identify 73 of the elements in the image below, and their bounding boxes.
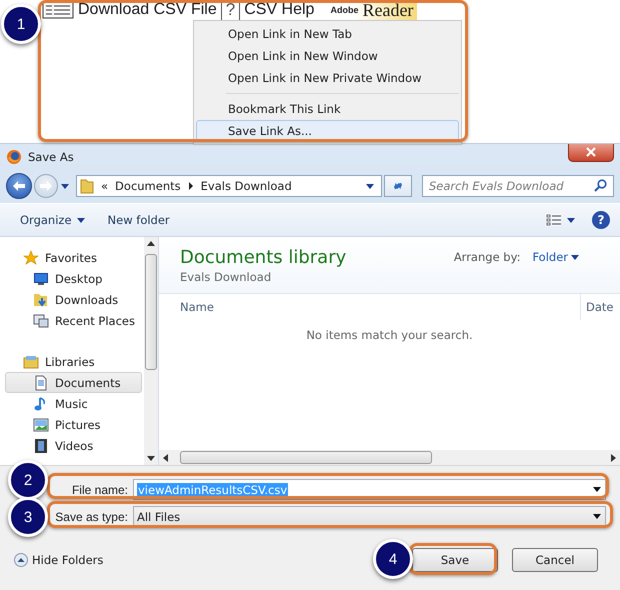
library-subtitle: Evals Download — [180, 270, 272, 284]
collapse-icon — [14, 553, 28, 567]
picture-icon — [33, 416, 49, 432]
menu-item[interactable]: Open Link in New Tab — [196, 23, 459, 45]
caret-icon — [566, 216, 576, 224]
caret-icon — [76, 216, 86, 224]
scroll-up-icon — [147, 241, 155, 246]
monitor-icon — [33, 270, 49, 286]
browser-logo-icon — [6, 148, 22, 164]
sidebar-item[interactable]: Favorites — [0, 247, 142, 268]
sidebar-item[interactable]: Videos — [0, 435, 142, 456]
caret-icon — [570, 252, 580, 262]
back-arrow-icon — [12, 180, 26, 192]
new-folder-button[interactable]: New folder — [102, 210, 176, 230]
menu-item[interactable]: Open Link in New Private Window — [196, 67, 459, 89]
sidebar-item[interactable]: Libraries — [0, 351, 142, 372]
badge-text: Adobe — [330, 5, 358, 15]
organize-menu[interactable]: Organize — [14, 210, 92, 230]
search-icon — [594, 179, 607, 192]
folder-icon — [80, 178, 94, 194]
empty-message: No items match your search. — [305, 327, 474, 344]
horizontal-scrollbar[interactable] — [159, 450, 620, 465]
badge-text: Reader — [362, 0, 414, 20]
sidebar-item[interactable]: Desktop — [0, 268, 142, 289]
sidebar-item[interactable]: Documents — [5, 372, 142, 393]
help-link[interactable]: CSV Help — [244, 1, 314, 19]
hide-folders-button[interactable]: Hide Folders — [14, 553, 104, 567]
library-icon — [23, 354, 39, 370]
sidebar-item[interactable]: Recent Places — [0, 310, 142, 331]
breadcrumb[interactable]: Documents — [115, 179, 181, 193]
chevron-icon — [188, 182, 194, 190]
scroll-thumb[interactable] — [180, 451, 432, 464]
scroll-thumb[interactable] — [145, 254, 157, 370]
search-field[interactable]: Search Evals Download — [422, 175, 614, 197]
dropdown-caret-icon — [592, 486, 602, 492]
column-header[interactable]: Name — [159, 294, 581, 320]
back-button[interactable] — [6, 173, 32, 199]
close-icon — [586, 146, 596, 156]
recent-places-icon — [33, 312, 49, 328]
scroll-down-icon — [147, 456, 155, 461]
vertical-scrollbar[interactable] — [144, 237, 158, 465]
arrange-dropdown[interactable]: Folder — [532, 250, 580, 264]
forward-arrow-icon — [39, 180, 53, 192]
field-label: File name: — [72, 482, 128, 496]
document-icon — [33, 374, 49, 390]
list-view-icon — [546, 214, 562, 226]
download-link[interactable]: Download CSV File — [78, 1, 217, 19]
library-title: Documents library — [180, 246, 348, 268]
menu-item[interactable]: Bookmark This Link — [196, 98, 459, 120]
cancel-button[interactable]: Cancel — [512, 548, 598, 572]
scroll-right-icon — [611, 454, 616, 462]
sidebar-item[interactable]: Music — [0, 393, 142, 414]
save-button[interactable]: Save — [412, 548, 498, 572]
menu-item[interactable]: Open Link in New Window — [196, 45, 459, 67]
column-header[interactable]: Date — [581, 300, 620, 314]
help-button[interactable]: ? — [592, 211, 610, 229]
breadcrumb[interactable]: Evals Download — [200, 179, 292, 193]
dropdown-caret-icon — [592, 514, 602, 520]
file-type-dropdown[interactable]: All Files — [133, 506, 606, 527]
sidebar-item[interactable]: Downloads — [0, 289, 142, 310]
film-icon — [33, 438, 49, 454]
breadcrumb-overflow[interactable]: « — [101, 179, 108, 193]
arrange-label: Arrange by: — [454, 250, 520, 264]
download-folder-icon — [33, 292, 49, 308]
sidebar-item[interactable]: Pictures — [0, 414, 142, 435]
address-field[interactable]: « Documents Evals Download — [76, 175, 382, 197]
scroll-left-icon — [163, 454, 168, 462]
address-caret-icon — [365, 182, 375, 190]
refresh-button[interactable] — [384, 175, 412, 197]
star-icon — [23, 250, 39, 266]
window-title: Save As — [28, 150, 74, 164]
history-caret-icon — [60, 182, 70, 190]
field-label: Save as type: — [55, 510, 128, 524]
